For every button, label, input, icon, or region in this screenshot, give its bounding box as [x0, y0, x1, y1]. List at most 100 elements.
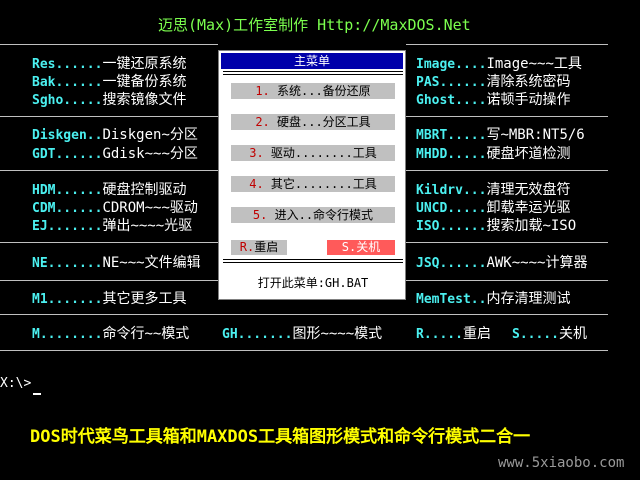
menu-item-driver[interactable]: 3. 驱动........工具: [231, 145, 395, 161]
shutdown-key: S.: [341, 240, 357, 254]
entry-desc: 内存清理测试: [486, 291, 571, 307]
menu-item-disk[interactable]: 2. 硬盘...分区工具: [231, 114, 395, 130]
menu-item-cmdline[interactable]: 5. 进入..命令行模式: [231, 207, 395, 223]
divider: [0, 350, 608, 351]
entry-desc: 其它更多工具: [102, 291, 187, 307]
entry-desc: 命令行~~模式: [102, 326, 190, 342]
entry-code: EJ.......: [32, 219, 103, 234]
entry-s[interactable]: S.....关机: [512, 325, 587, 343]
entry-code: R.....: [416, 327, 463, 342]
entry-code: Kildrv...: [416, 183, 487, 198]
entry-memtest[interactable]: MemTest..内存清理测试: [416, 290, 570, 308]
shutdown-button[interactable]: S.关机: [327, 240, 395, 255]
menu-item-other[interactable]: 4. 其它........工具: [231, 176, 395, 192]
menu-item-label: 硬盘...分区工具: [269, 115, 371, 129]
menu-item-number: 5.: [252, 208, 268, 222]
entry-ej[interactable]: EJ.......弹出~~~~光驱: [32, 217, 192, 235]
entry-code: Image....: [416, 57, 487, 72]
entry-iso[interactable]: ISO......搜索加载~ISO: [416, 217, 576, 235]
entry-code: Bak......: [32, 75, 103, 90]
entry-mbrt[interactable]: MBRT.....写~MBR:NT5/6: [416, 126, 585, 144]
entry-code: CDM......: [32, 201, 103, 216]
entry-code: JSQ......: [416, 256, 487, 271]
entry-code: GDT......: [32, 147, 103, 162]
entry-res[interactable]: Res......一键还原系统: [32, 55, 186, 73]
entry-code: Res......: [32, 57, 103, 72]
header-title: 迈思(Max)工作室制作 Http://MaxDOS.Net: [158, 16, 471, 34]
entry-r[interactable]: R.....重启: [416, 325, 491, 343]
entry-code: UNCD.....: [416, 201, 487, 216]
entry-ghost[interactable]: Ghost....诺顿手动操作: [416, 91, 570, 109]
restart-key: R.: [239, 240, 255, 254]
divider: [0, 44, 218, 45]
entry-desc: AWK~~~~计算器: [486, 255, 588, 271]
entry-desc: 搜索加载~ISO: [486, 218, 577, 234]
divider: [0, 116, 218, 117]
divider: [406, 242, 608, 243]
entry-cdm[interactable]: CDM......CDROM~~~驱动: [32, 199, 198, 217]
divider: [406, 116, 608, 117]
entry-code: S.....: [512, 327, 559, 342]
entry-desc: 一键备份系统: [102, 74, 187, 90]
menu-item-number: 2.: [255, 115, 270, 129]
entry-desc: 关机: [558, 326, 587, 342]
entry-image[interactable]: Image....Image~~~工具: [416, 55, 582, 73]
restart-label: 重启: [254, 240, 279, 254]
entry-desc: 清理无效盘符: [486, 182, 571, 198]
entry-mhdd[interactable]: MHDD.....硬盘坏道检测: [416, 145, 570, 163]
entry-desc: NE~~~文件编辑: [102, 255, 201, 271]
entry-pas[interactable]: PAS......清除系统密码: [416, 73, 570, 91]
main-menu: 主菜单 1. 系统...备份还原 2. 硬盘...分区工具 3. 驱动.....…: [218, 50, 406, 300]
entry-code: MBRT.....: [416, 128, 487, 143]
divider: [0, 242, 218, 243]
menu-item-number: 3.: [249, 146, 264, 160]
watermark: www.5xiaobo.com: [498, 455, 625, 471]
restart-button[interactable]: R.重启: [231, 240, 287, 255]
entry-desc: Image~~~工具: [486, 56, 582, 72]
entry-m[interactable]: M........命令行~~模式: [32, 325, 189, 343]
entry-desc: 弹出~~~~光驱: [102, 218, 193, 234]
menu-title: 主菜单: [221, 53, 403, 69]
shutdown-label: 关机: [356, 240, 381, 254]
menu-separator: [223, 71, 403, 75]
entry-gdt[interactable]: GDT......Gdisk~~~分区: [32, 145, 198, 163]
entry-desc: 一键还原系统: [102, 56, 187, 72]
menu-separator: [223, 259, 403, 263]
entry-code: MHDD.....: [416, 147, 487, 162]
entry-code: HDM......: [32, 183, 103, 198]
entry-desc: 卸载幸运光驱: [486, 200, 571, 216]
entry-m1[interactable]: M1.......其它更多工具: [32, 290, 186, 308]
divider: [406, 280, 608, 281]
entry-desc: 图形~~~~模式: [292, 326, 383, 342]
entry-code: M1.......: [32, 292, 103, 307]
entry-code: NE.......: [32, 256, 103, 271]
entry-kildrv[interactable]: Kildrv...清理无效盘符: [416, 181, 570, 199]
entry-ne[interactable]: NE.......NE~~~文件编辑: [32, 254, 201, 272]
entry-desc: 诺顿手动操作: [486, 92, 571, 108]
entry-code: PAS......: [416, 75, 487, 90]
entry-desc: 清除系统密码: [486, 74, 571, 90]
divider: [0, 170, 218, 171]
entry-code: ISO......: [416, 219, 487, 234]
command-prompt[interactable]: X:\>: [0, 376, 31, 391]
entry-desc: Diskgen~分区: [102, 127, 198, 143]
entry-hdm[interactable]: HDM......硬盘控制驱动: [32, 181, 186, 199]
menu-item-label: 其它........工具: [263, 177, 377, 191]
entry-sgho[interactable]: Sgho.....搜索镜像文件: [32, 91, 186, 109]
entry-gh[interactable]: GH.......图形~~~~模式: [222, 325, 382, 343]
entry-desc: 搜索镜像文件: [102, 92, 187, 108]
menu-item-label: 进入..命令行模式: [267, 208, 374, 222]
entry-jsq[interactable]: JSQ......AWK~~~~计算器: [416, 254, 587, 272]
entry-desc: 写~MBR:NT5/6: [486, 127, 585, 143]
menu-item-system[interactable]: 1. 系统...备份还原: [231, 83, 395, 99]
entry-code: Diskgen..: [32, 128, 103, 143]
divider: [0, 314, 608, 315]
entry-bak[interactable]: Bak......一键备份系统: [32, 73, 186, 91]
entry-desc: 重启: [462, 326, 491, 342]
entry-diskgen[interactable]: Diskgen..Diskgen~分区: [32, 126, 198, 144]
entry-uncd[interactable]: UNCD.....卸载幸运光驱: [416, 199, 570, 217]
menu-item-number: 1.: [255, 84, 270, 98]
caption-text: DOS时代菜鸟工具箱和MAXDOS工具箱图形模式和命令行模式二合一: [30, 427, 531, 447]
entry-code: GH.......: [222, 327, 293, 342]
entry-desc: CDROM~~~驱动: [102, 200, 198, 216]
